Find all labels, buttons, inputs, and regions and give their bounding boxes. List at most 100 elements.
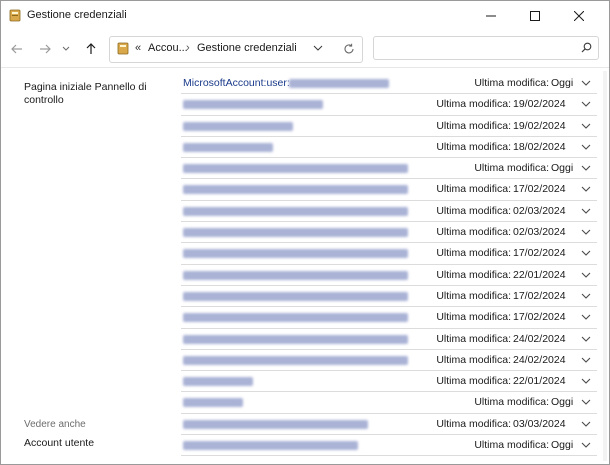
expand-chevron-icon[interactable] [581,420,591,428]
last-modified-value: 02/03/2024 [513,204,566,217]
credential-row[interactable]: Ultima modifica: 17/02/2024 [181,243,597,265]
breadcrumb-overflow[interactable]: « [135,42,141,54]
last-modified-label: Ultima modifica: [474,396,549,409]
up-arrow-icon [86,43,96,54]
minimize-button[interactable] [469,1,513,31]
credential-row[interactable]: Ultima modifica: 22/01/2024 [181,371,597,393]
expand-chevron-icon[interactable] [581,185,591,193]
expand-chevron-icon[interactable] [581,122,591,130]
credential-row[interactable]: MicrosoftAccount:user: Ultima modifica: Og… [181,73,597,95]
redacted-credential-name [183,206,408,216]
expand-chevron-icon[interactable] [581,249,591,257]
redacted-credential-name [183,334,408,344]
credential-row[interactable]: Ultima modifica: 02/03/2024 [181,222,597,244]
expand-chevron-icon[interactable] [581,356,591,364]
chevron-down-icon [62,46,70,51]
last-modified-value: 18/02/2024 [513,140,566,153]
maximize-button[interactable] [513,1,557,31]
expand-chevron-icon[interactable] [581,398,591,406]
credential-row[interactable]: Ultima modifica: 19/02/2024 [181,116,597,137]
last-modified-label: Ultima modifica: [436,353,511,366]
redacted-credential-name [183,228,408,238]
breadcrumb-user-accounts[interactable]: Accou... [148,42,188,54]
user-accounts-link[interactable]: Account utente [24,437,94,449]
redacted-credential-name [183,270,408,280]
close-icon [574,11,584,21]
last-modified-value: Oggi [551,439,574,452]
last-modified-value: 22/01/2024 [513,375,566,388]
credential-manager-window: Gestione credenziali « Accou... › Gestio… [0,0,610,465]
redacted-credential-name [183,398,243,408]
expand-chevron-icon[interactable] [581,377,591,385]
credential-row[interactable]: Ultima modifica: 17/02/2024 [181,286,597,308]
last-modified-value: 22/01/2024 [513,268,566,281]
last-modified-value: 03/03/2024 [513,417,566,430]
refresh-button[interactable] [339,39,359,59]
credential-row[interactable]: Ultima modifica: Oggi [181,158,597,180]
search-input[interactable] [373,36,599,60]
credential-list: MicrosoftAccount:user: Ultima modifica: Og… [181,73,597,457]
credential-row[interactable]: Ultima modifica: 19/02/2024 [181,94,597,116]
address-bar[interactable]: « Accou... › Gestione credenziali [109,36,363,63]
last-modified-value: 19/02/2024 [513,98,566,111]
expand-chevron-icon[interactable] [581,335,591,343]
up-button[interactable] [81,39,101,59]
last-modified-value: Oggi [551,396,574,409]
last-modified-label: Ultima modifica: [436,204,511,217]
expand-chevron-icon[interactable] [581,292,591,300]
last-modified-label: Ultima modifica: [436,226,511,239]
last-modified-value: 17/02/2024 [513,183,566,196]
search-icon[interactable] [581,42,592,53]
expand-chevron-icon[interactable] [581,313,591,321]
last-modified-value: 17/02/2024 [513,289,566,302]
expand-chevron-icon[interactable] [581,143,591,151]
credential-name: MicrosoftAccount:user: [183,77,290,89]
credential-row[interactable]: Ultima modifica: 03/03/2024 [181,414,597,436]
last-modified-label: Ultima modifica: [474,77,549,89]
back-button[interactable] [7,39,27,59]
credential-row[interactable]: Ultima modifica: Oggi [181,392,597,414]
breadcrumb-separator[interactable]: › [186,42,190,54]
title-bar: Gestione credenziali [1,1,609,31]
address-dropdown-icon[interactable] [313,44,323,52]
credential-row[interactable]: Ultima modifica: 18/02/2024 [181,137,597,159]
credential-row[interactable]: Ultima modifica: 02/03/2024 [181,201,597,223]
redacted-credential-name [183,121,293,131]
refresh-icon [344,43,354,54]
last-modified-label: Ultima modifica: [436,98,511,111]
breadcrumb-credential-manager[interactable]: Gestione credenziali [197,42,297,54]
expand-chevron-icon[interactable] [581,228,591,236]
forward-button[interactable] [35,39,55,59]
last-modified-value: 17/02/2024 [513,247,566,260]
credential-row[interactable]: Ultima modifica: 24/02/2024 [181,329,597,350]
redacted-credential-name [183,185,408,195]
last-modified-label: Ultima modifica: [474,439,549,452]
recent-locations-button[interactable] [59,39,73,59]
last-modified-value: 24/02/2024 [513,332,566,345]
control-panel-home-link[interactable]: Pagina iniziale Pannello di controllo [24,81,154,107]
expand-chevron-icon[interactable] [581,441,591,449]
expand-chevron-icon[interactable] [581,271,591,279]
expand-chevron-icon[interactable] [581,207,591,215]
redacted-credential-name [183,249,408,259]
control-panel-icon [117,42,129,55]
last-modified-label: Ultima modifica: [436,119,511,132]
redacted-credential-name [183,142,273,152]
expand-chevron-icon[interactable] [581,79,591,87]
last-modified-label: Ultima modifica: [436,311,511,324]
credential-row[interactable]: Ultima modifica: 24/02/2024 [181,350,597,372]
redacted-credential-name [183,313,408,323]
expand-chevron-icon[interactable] [581,100,591,108]
credential-row[interactable]: Ultima modifica: 17/02/2024 [181,179,597,201]
close-button[interactable] [557,1,601,31]
maximize-icon [530,11,540,21]
last-modified-value: 02/03/2024 [513,226,566,239]
last-modified-label: Ultima modifica: [436,183,511,196]
expand-chevron-icon[interactable] [581,164,591,172]
last-modified-label: Ultima modifica: [436,375,511,388]
credential-row[interactable]: Ultima modifica: 17/02/2024 [181,307,597,329]
last-modified-value: Oggi [551,77,574,89]
credential-row[interactable]: Ultima modifica: Oggi [181,435,597,457]
credential-row[interactable]: Ultima modifica: 22/01/2024 [181,265,597,286]
scrollbar[interactable] [603,71,607,461]
